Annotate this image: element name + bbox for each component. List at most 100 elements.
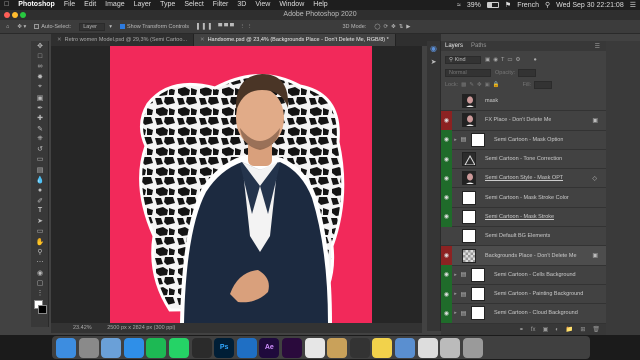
type-tool-icon[interactable]: T bbox=[31, 206, 49, 216]
properties-icon[interactable]: ➤ bbox=[427, 55, 440, 69]
filter-type-icons[interactable]: ▣◉T▭⚙ bbox=[485, 57, 523, 63]
transform-controls-checkbox[interactable]: Show Transform Controls bbox=[119, 24, 189, 30]
visibility-eye-icon[interactable]: ◉ bbox=[441, 265, 452, 285]
visibility-eye-icon[interactable]: ◉ bbox=[441, 168, 452, 188]
battery-icon[interactable] bbox=[486, 1, 499, 9]
clock[interactable]: Wed Sep 30 22:21:08 bbox=[556, 2, 624, 9]
layer-name[interactable]: Semi Cartoon Style - Mask OPT bbox=[485, 175, 563, 181]
layer-row[interactable]: ◉ Semi Cartoon Style - Mask OPT ◇ bbox=[441, 168, 606, 189]
zoom-tool-icon[interactable]: ⚲ bbox=[31, 247, 49, 257]
panel-menu-icon[interactable]: ☰ bbox=[595, 43, 600, 50]
layer-row[interactable]: ◉ Backgrounds Place - Don't Delete Me ▣ bbox=[441, 245, 606, 266]
chrome-icon[interactable] bbox=[304, 337, 325, 358]
color-swatches[interactable] bbox=[31, 298, 48, 320]
layer-name[interactable]: Semi Cartoon - Mask Stroke bbox=[485, 214, 554, 220]
path-select-tool-icon[interactable]: ➤ bbox=[31, 216, 49, 226]
layer-name[interactable]: Backgrounds Place - Don't Delete Me bbox=[485, 253, 577, 259]
tool-app-icon[interactable] bbox=[191, 337, 212, 358]
doc-tab-handsome[interactable]: ✕ Handsome.psd @ 23,4% (Backgrounds Place… bbox=[193, 34, 396, 46]
layer-thumbnail[interactable] bbox=[462, 171, 476, 186]
adjustment-icon[interactable]: ◐ bbox=[555, 327, 559, 333]
visibility-eye-icon[interactable]: ◉ bbox=[441, 284, 452, 304]
eyedropper-tool-icon[interactable]: ✒ bbox=[31, 103, 49, 113]
visibility-eye-icon[interactable]: ◉ bbox=[441, 130, 452, 150]
media-encoder-icon[interactable] bbox=[349, 337, 370, 358]
layer-row[interactable]: mask bbox=[441, 92, 606, 112]
wifi-icon[interactable]: ≈ bbox=[457, 2, 461, 9]
trash-icon[interactable] bbox=[462, 337, 483, 358]
close-tab-icon[interactable]: ✕ bbox=[57, 37, 62, 43]
layer-name[interactable]: mask bbox=[485, 98, 498, 104]
layer-name[interactable]: Semi Cartoon - Mask Stroke Color bbox=[485, 195, 569, 201]
layer-row[interactable]: ◉ Semi Cartoon - Mask Stroke Color bbox=[441, 187, 606, 208]
layer-row[interactable]: ◉ Semi Cartoon - Mask Stroke bbox=[441, 207, 606, 228]
menu-extras-icon[interactable]: ☰ bbox=[630, 1, 636, 9]
zoom-window-button[interactable] bbox=[20, 12, 26, 18]
marquee-tool-icon[interactable]: □ bbox=[31, 51, 49, 61]
align-icons[interactable]: ▌▌▌ ▀▀▀ ⋮⋮ bbox=[197, 24, 254, 30]
frame-tool-icon[interactable]: ▣ bbox=[31, 92, 49, 102]
menu-layer[interactable]: Layer bbox=[134, 0, 152, 10]
move-tool-icon[interactable]: ✥ bbox=[31, 41, 49, 51]
layer-thumbnail[interactable] bbox=[462, 190, 476, 205]
layer-thumbnail[interactable] bbox=[471, 132, 485, 147]
layer-thumbnail[interactable] bbox=[462, 94, 476, 109]
more-tools-icon[interactable]: ⋯ bbox=[31, 257, 49, 267]
app-menu[interactable]: Photoshop bbox=[18, 0, 55, 10]
close-tab-icon[interactable]: ✕ bbox=[200, 37, 205, 43]
menu-edit[interactable]: Edit bbox=[84, 0, 96, 10]
clone-stamp-tool-icon[interactable]: ⎈ bbox=[31, 134, 49, 144]
3d-mode-icons[interactable]: ◯⟳✥⇅▶ bbox=[374, 24, 413, 30]
canvas-area[interactable] bbox=[51, 46, 422, 323]
link-layers-icon[interactable]: ⚭ bbox=[519, 326, 524, 333]
screenshot-icon[interactable] bbox=[440, 337, 461, 358]
layer-row[interactable]: ◉ ▸ ▤ Semi Cartoon - Cloud Background bbox=[441, 303, 606, 324]
visibility-eye-icon[interactable]: ◉ bbox=[441, 207, 452, 227]
finder-icon[interactable] bbox=[56, 337, 76, 358]
dodge-tool-icon[interactable]: ● bbox=[31, 185, 49, 195]
layer-row[interactable]: ◉ ▸ ▤ Semi Cartoon - Painting Background bbox=[441, 284, 606, 305]
lasso-tool-icon[interactable]: ∞ bbox=[31, 62, 49, 72]
visibility-eye-icon[interactable] bbox=[441, 92, 452, 111]
layer-name[interactable]: Semi Cartoon - Cells Background bbox=[494, 272, 576, 278]
layer-thumbnail[interactable] bbox=[462, 209, 476, 224]
group-expand-icon[interactable]: ▸ bbox=[452, 272, 459, 278]
edit-toolbar-icon[interactable]: ⋮ bbox=[31, 288, 49, 298]
menu-filter[interactable]: Filter bbox=[213, 0, 229, 10]
menu-window[interactable]: Window bbox=[279, 0, 304, 10]
notes-icon[interactable] bbox=[372, 337, 393, 358]
document-canvas[interactable] bbox=[110, 46, 372, 323]
layer-thumbnail[interactable] bbox=[462, 113, 476, 128]
layer-name[interactable]: Semi Default BG Elements bbox=[485, 233, 550, 239]
menu-3d[interactable]: 3D bbox=[237, 0, 246, 10]
pen-tool-icon[interactable]: ✐ bbox=[31, 195, 49, 205]
layer-thumbnail[interactable] bbox=[471, 267, 485, 282]
home-icon[interactable]: ⌂ bbox=[6, 24, 9, 30]
menu-view[interactable]: View bbox=[255, 0, 270, 10]
layer-thumbnail[interactable] bbox=[462, 248, 476, 263]
move-tool-icon[interactable]: ✥ ▾ bbox=[17, 24, 26, 30]
menu-file[interactable]: File bbox=[64, 0, 75, 10]
files-icon[interactable] bbox=[327, 337, 348, 358]
new-layer-icon[interactable]: ⊞ bbox=[580, 326, 585, 333]
text-doc-icon[interactable] bbox=[417, 337, 438, 358]
blend-mode-dropdown[interactable]: Normal bbox=[445, 68, 491, 77]
layer-name[interactable]: Semi Cartoon - Painting Background bbox=[494, 291, 583, 297]
menu-help[interactable]: Help bbox=[313, 0, 327, 10]
history-brush-tool-icon[interactable]: ↺ bbox=[31, 144, 49, 154]
fx-icon[interactable]: fx bbox=[531, 327, 536, 333]
shape-tool-icon[interactable]: ▭ bbox=[31, 226, 49, 236]
layer-thumbnail[interactable] bbox=[462, 229, 476, 244]
layer-row[interactable]: Semi Default BG Elements bbox=[441, 227, 606, 247]
crop-tool-icon[interactable]: ⌖ bbox=[31, 82, 49, 92]
delete-layer-icon[interactable]: 🗑 bbox=[592, 326, 600, 333]
visibility-eye-icon[interactable]: ◉ bbox=[441, 187, 452, 208]
eraser-tool-icon[interactable]: ▭ bbox=[31, 154, 49, 164]
visibility-eye-icon[interactable]: ◉ bbox=[441, 245, 452, 266]
after-effects-icon[interactable]: Ae bbox=[259, 337, 280, 358]
group-expand-icon[interactable]: ▸ bbox=[452, 137, 459, 143]
group-expand-icon[interactable]: ▸ bbox=[452, 291, 459, 297]
whatsapp-icon[interactable] bbox=[168, 337, 189, 358]
fill-field[interactable] bbox=[534, 80, 553, 89]
battery-percent[interactable]: 39% bbox=[467, 2, 481, 9]
